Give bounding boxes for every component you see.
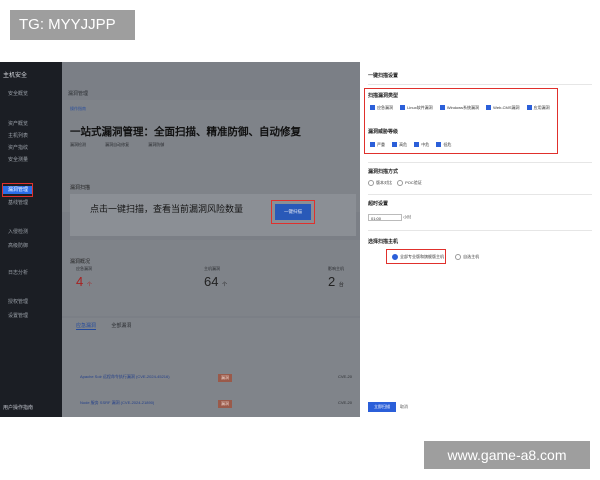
stat-label-host: 主机漏洞 <box>204 266 220 271</box>
table-tabs: 应急漏洞 全部漏洞 <box>76 322 131 330</box>
tab-autofix[interactable]: 漏洞自动修复 <box>105 142 129 147</box>
scan-prompt: 点击一键扫描，查看当前漏洞风险数量 <box>90 204 244 214</box>
sidebar-item-measure[interactable]: 安全测量 <box>8 156 58 164</box>
stat-value-emergency: 4 个 <box>76 274 92 289</box>
sidebar-item-settings[interactable]: 设置管理 <box>8 312 58 320</box>
vuln-tag: 漏洞 <box>218 400 232 408</box>
watermark: www.game-a8.com <box>424 441 590 469</box>
feature-tabs: 漏洞检测 漏洞自动修复 漏洞防御 <box>70 142 182 148</box>
guide-link[interactable]: 操作指南 <box>70 106 86 112</box>
highlight-scan-button <box>271 200 315 224</box>
tg-tag: TG: MYYJJPP <box>10 10 135 40</box>
vuln-cve: CVE-20 <box>338 400 353 405</box>
cancel-button[interactable]: 取消 <box>400 402 408 412</box>
breadcrumb: 漏洞管理 <box>68 91 89 97</box>
stat-value-affected: 2 台 <box>328 274 344 289</box>
method-group: 版本对比 POC验证 <box>368 180 426 186</box>
sidebar-item-hosts[interactable]: 主机列表 <box>8 132 58 140</box>
divider <box>368 194 592 195</box>
sidebar-item-baseline[interactable]: 基线管理 <box>8 199 58 207</box>
divider <box>368 84 592 85</box>
vuln-tag: 漏洞 <box>218 374 232 382</box>
sidebar-item-fingerprint[interactable]: 资产指纹 <box>8 144 58 152</box>
radio-poc[interactable]: POC验证 <box>397 180 422 186</box>
sidebar-item-assets[interactable]: 资产概览 <box>8 120 58 128</box>
overview-title: 漏洞概况 <box>70 259 91 265</box>
panel-title: 一键扫描设置 <box>368 73 399 79</box>
scan-settings-panel: 一键扫描设置 扫描漏洞类型 应急漏洞 Linux软件漏洞 Windows系统漏洞… <box>360 62 600 417</box>
sidebar-item-license[interactable]: 授权管理 <box>8 298 58 306</box>
sidebar-item-intrusion[interactable]: 入侵检测 <box>8 228 58 236</box>
highlight-vuln-nav <box>2 183 33 197</box>
stat-value-host: 64 个 <box>204 274 228 289</box>
stat-label-affected: 影响主机 <box>328 266 344 271</box>
timeout-row: 01:00 小时 <box>368 214 411 221</box>
highlight-scan-options <box>364 88 558 154</box>
highlight-host-option <box>386 249 446 264</box>
divider <box>368 162 592 163</box>
sidebar-item-logs[interactable]: 日志分析 <box>8 269 58 277</box>
radio-custom-hosts[interactable]: 自选主机 <box>455 254 479 260</box>
tab-all[interactable]: 全部漏洞 <box>111 323 131 329</box>
table-row[interactable]: Apache Solr 远程命令执行漏洞 (CVE-2024-45216) 漏洞… <box>76 374 356 394</box>
timeout-label: 超时设置 <box>368 201 389 207</box>
vuln-name[interactable]: Node 服务 SSRF 漏洞 (CVE-2024-21890) <box>80 400 154 406</box>
main-content: 漏洞管理 操作指南 一站式漏洞管理：全面扫描、精准防御、自动修复 漏洞检测 漏洞… <box>62 62 360 417</box>
table-row[interactable]: Node 服务 SSRF 漏洞 (CVE-2024-21890) 漏洞 CVE-… <box>76 400 356 417</box>
vuln-name[interactable]: Apache Solr 远程命令执行漏洞 (CVE-2024-45216) <box>80 374 170 380</box>
radio-version[interactable]: 版本对比 <box>368 180 392 186</box>
confirm-scan-button[interactable]: 立即扫描 <box>368 402 396 412</box>
vuln-cve: CVE-20 <box>338 374 353 379</box>
method-label: 漏洞扫描方式 <box>368 169 399 175</box>
stat-label-emergency: 应急漏洞 <box>76 266 92 271</box>
tab-detect[interactable]: 漏洞检测 <box>70 142 86 147</box>
sidebar-item-overview[interactable]: 安全概览 <box>8 90 58 98</box>
sidebar-item-defense[interactable]: 高级防御 <box>8 242 58 250</box>
timeout-input[interactable]: 01:00 <box>368 214 402 221</box>
tab-emergency[interactable]: 应急漏洞 <box>76 323 97 330</box>
divider <box>368 230 592 231</box>
hosts-label: 选择扫描主机 <box>368 239 399 245</box>
tab-defense[interactable]: 漏洞防御 <box>148 142 164 147</box>
page-headline: 一站式漏洞管理：全面扫描、精准防御、自动修复 <box>70 126 301 138</box>
brand-label: 主机安全 <box>3 73 28 79</box>
sidebar: 主机安全 安全概览 资产概览 主机列表 资产指纹 安全测量 漏洞管理 基线管理 … <box>0 62 62 417</box>
sidebar-footer[interactable]: 用户操作指南 <box>3 404 33 411</box>
screenshot-area: 主机安全 安全概览 资产概览 主机列表 资产指纹 安全测量 漏洞管理 基线管理 … <box>0 62 600 417</box>
scan-section-title: 漏洞扫描 <box>70 185 91 191</box>
